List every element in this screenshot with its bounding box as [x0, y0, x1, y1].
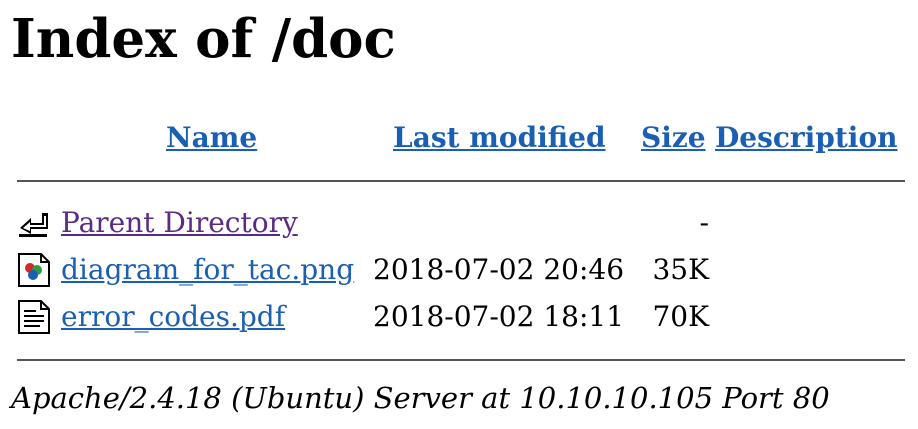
server-signature: Apache/2.4.18 (Ubuntu) Server at 10.10.1…	[11, 381, 830, 415]
size-cell: 70K	[652, 300, 709, 333]
bottom-divider	[17, 359, 905, 361]
parent-directory-link[interactable]: Parent Directory	[61, 203, 298, 243]
size-cell: 35K	[652, 253, 709, 286]
file-link[interactable]: diagram_for_tac.png	[61, 250, 354, 290]
column-header-description[interactable]: Description	[715, 118, 897, 158]
top-divider	[17, 180, 905, 182]
image-file-icon	[18, 253, 50, 287]
back-arrow-icon	[19, 213, 48, 237]
column-header-name[interactable]: Name	[166, 118, 257, 158]
page-title: Index of /doc	[11, 8, 396, 70]
last-modified-cell: 2018-07-02 18:11	[373, 300, 625, 333]
text-file-icon	[18, 300, 50, 334]
column-header-size[interactable]: Size	[641, 118, 706, 158]
file-link[interactable]: error_codes.pdf	[61, 297, 285, 337]
size-cell: -	[699, 206, 709, 239]
last-modified-cell: 2018-07-02 20:46	[373, 253, 625, 286]
column-header-last-modified[interactable]: Last modified	[393, 118, 606, 158]
